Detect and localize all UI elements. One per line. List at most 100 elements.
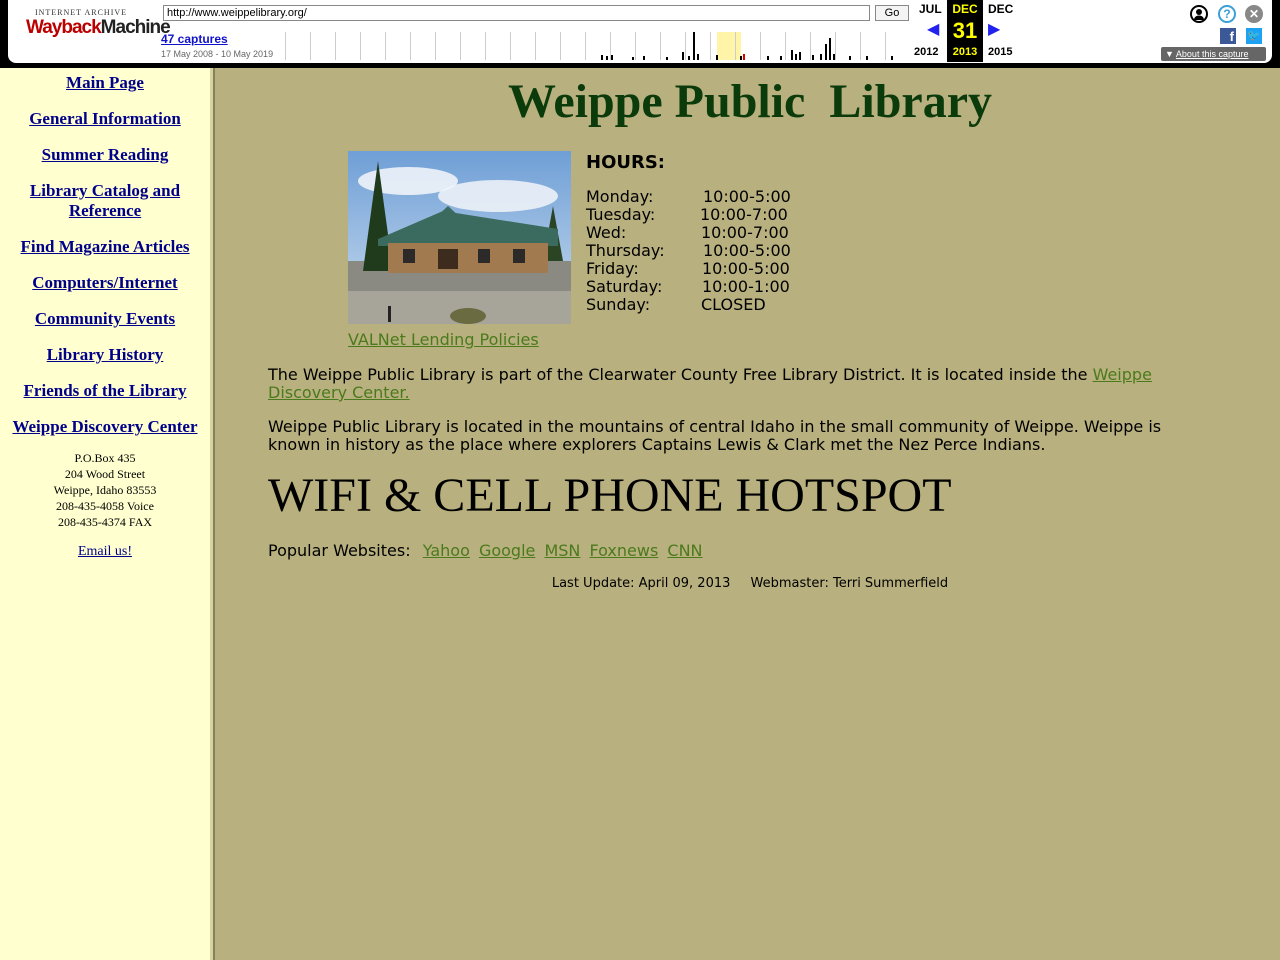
sparkline-month-divider [735,32,736,60]
google-link[interactable]: Google [479,541,535,560]
sparkline-bar[interactable] [799,52,801,60]
sparkline-month-divider [460,32,461,60]
address-street: 204 Wood Street [64,467,146,481]
popular-websites-label: Popular Websites: [268,541,411,560]
sparkline-bar[interactable] [632,57,634,60]
hours-row: Friday: 10:00-5:00 [586,260,886,278]
sparkline-bar[interactable] [825,44,827,60]
hours-row: Thursday: 10:00-5:00 [586,242,886,260]
sidebar-item-community-events[interactable]: Community Events [0,309,210,329]
sparkline-month-divider [685,32,686,60]
wayback-prev-month[interactable]: JUL [919,2,942,16]
sparkline-bar[interactable] [829,38,831,60]
sparkline-month-divider [360,32,361,60]
wayback-captures-link[interactable]: 47 captures [161,32,228,46]
user-icon[interactable] [1190,5,1208,23]
webmaster: Webmaster: Terri Summerfield [750,576,949,591]
wayback-prev-arrow-icon[interactable]: ◀ [927,19,939,39]
sparkline-month-divider [760,32,761,60]
sparkline-bar[interactable] [606,56,608,60]
wayback-logo-bottom: WaybackMachine [26,17,171,38]
sparkline-bar[interactable] [767,56,769,60]
sidebar-item-main-page[interactable]: Main Page [0,73,210,93]
valnet-lending-policies-link[interactable]: VALNet Lending Policies [348,330,539,349]
sparkline-bar[interactable] [795,54,797,60]
sparkline-bar[interactable] [812,55,814,60]
wayback-current-day: 31 [952,18,978,43]
sparkline-current-year [717,32,741,60]
sidebar-item-library-catalog[interactable]: Library Catalog and Reference [15,181,195,221]
page-footer: Last Update: April 09, 2013 Webmaster: T… [220,576,1280,591]
hours-time: 10:00-7:00 [701,223,789,242]
sparkline-month-divider [310,32,311,60]
sparkline-bar[interactable] [820,54,822,60]
sparkline-month-divider [785,32,786,60]
sparkline-bar[interactable] [780,56,782,60]
sidebar-item-weippe-discovery-center[interactable]: Weippe Discovery Center [0,417,210,437]
sparkline-bar[interactable] [791,50,793,60]
twitter-icon[interactable]: 🐦 [1246,28,1262,44]
close-icon[interactable]: ✕ [1245,5,1263,23]
hours-time: 10:00-7:00 [700,205,788,224]
sidebar-item-summer-reading[interactable]: Summer Reading [0,145,210,165]
about-capture-button[interactable]: ▼ About this capture [1161,47,1266,61]
sparkline-bar[interactable] [697,54,699,60]
sparkline-bar[interactable] [688,56,690,60]
last-update: Last Update: April 09, 2013 [551,576,731,591]
sparkline-bar[interactable] [849,56,851,60]
sparkline-month-divider [885,32,886,60]
sidebar-item-find-magazine-articles[interactable]: Find Magazine Articles [0,237,210,257]
sidebar-item-library-history[interactable]: Library History [0,345,210,365]
sparkline-bar[interactable] [643,56,645,60]
wayback-logo-top: INTERNET ARCHIVE [34,8,128,17]
sidebar-nav: Main Page General Information Summer Rea… [0,73,210,437]
sidebar-item-friends-of-the-library[interactable]: Friends of the Library [0,381,210,401]
sparkline-bar[interactable] [601,55,603,60]
sparkline-bar[interactable] [611,55,613,60]
wayback-sparkline[interactable] [285,32,905,60]
wayback-next-year[interactable]: 2015 [988,46,1012,58]
sparkline-bar[interactable] [740,56,742,60]
wayback-capture-range: 17 May 2008 - 10 May 2019 [161,49,274,59]
hours-time: 10:00-5:00 [703,187,791,206]
sparkline-month-divider [385,32,386,60]
email-link[interactable]: Email us! [0,544,210,560]
wayback-logo[interactable]: INTERNET ARCHIVE WaybackMachine [26,8,171,52]
sparkline-month-divider [810,32,811,60]
cnn-link[interactable]: CNN [667,541,702,560]
sparkline-bar[interactable] [891,56,893,60]
msn-link[interactable]: MSN [544,541,580,560]
sparkline-month-divider [535,32,536,60]
hours-day: Thursday: [586,241,665,260]
sparkline-bar[interactable] [716,55,718,60]
wayback-url-input[interactable]: http://www.weippelibrary.org/ [163,5,870,21]
wayback-next-arrow-icon[interactable]: ▶ [988,19,1000,39]
sparkline-month-divider [585,32,586,60]
sparkline-bar[interactable] [693,32,695,60]
hours-table: Monday: 10:00-5:00 Tuesday: 10:00-7:00 Wed… [586,188,886,314]
sparkline-current-capture[interactable] [743,54,745,60]
hours-row: Wed: 10:00-7:00 [586,224,886,242]
hours-day: Wed: [586,223,627,242]
sparkline-month-divider [435,32,436,60]
sparkline-bar[interactable] [833,54,835,60]
yahoo-link[interactable]: Yahoo [423,541,470,560]
help-icon[interactable]: ? [1218,5,1236,23]
hours-time: 10:00-5:00 [702,259,790,278]
wayback-current-year: 2013 [952,46,978,58]
sparkline-bar[interactable] [866,56,868,60]
sidebar: Main Page General Information Summer Rea… [0,68,215,960]
sidebar-item-computers-internet[interactable]: Computers/Internet [0,273,210,293]
facebook-icon[interactable]: f [1220,28,1236,44]
wayback-prev-year[interactable]: 2012 [914,46,938,58]
hours-day: Sunday: [586,295,651,314]
hours-day: Saturday: [586,277,663,296]
sparkline-bar[interactable] [682,52,684,60]
wayback-go-button[interactable]: Go [875,5,909,21]
wayback-current-month: DEC [952,2,978,16]
wayback-next-month[interactable]: DEC [988,2,1013,16]
sidebar-item-general-information[interactable]: General Information [0,109,210,129]
hours-row: Saturday: 10:00-1:00 [586,278,886,296]
sparkline-bar[interactable] [666,57,668,60]
foxnews-link[interactable]: Foxnews [590,541,659,560]
